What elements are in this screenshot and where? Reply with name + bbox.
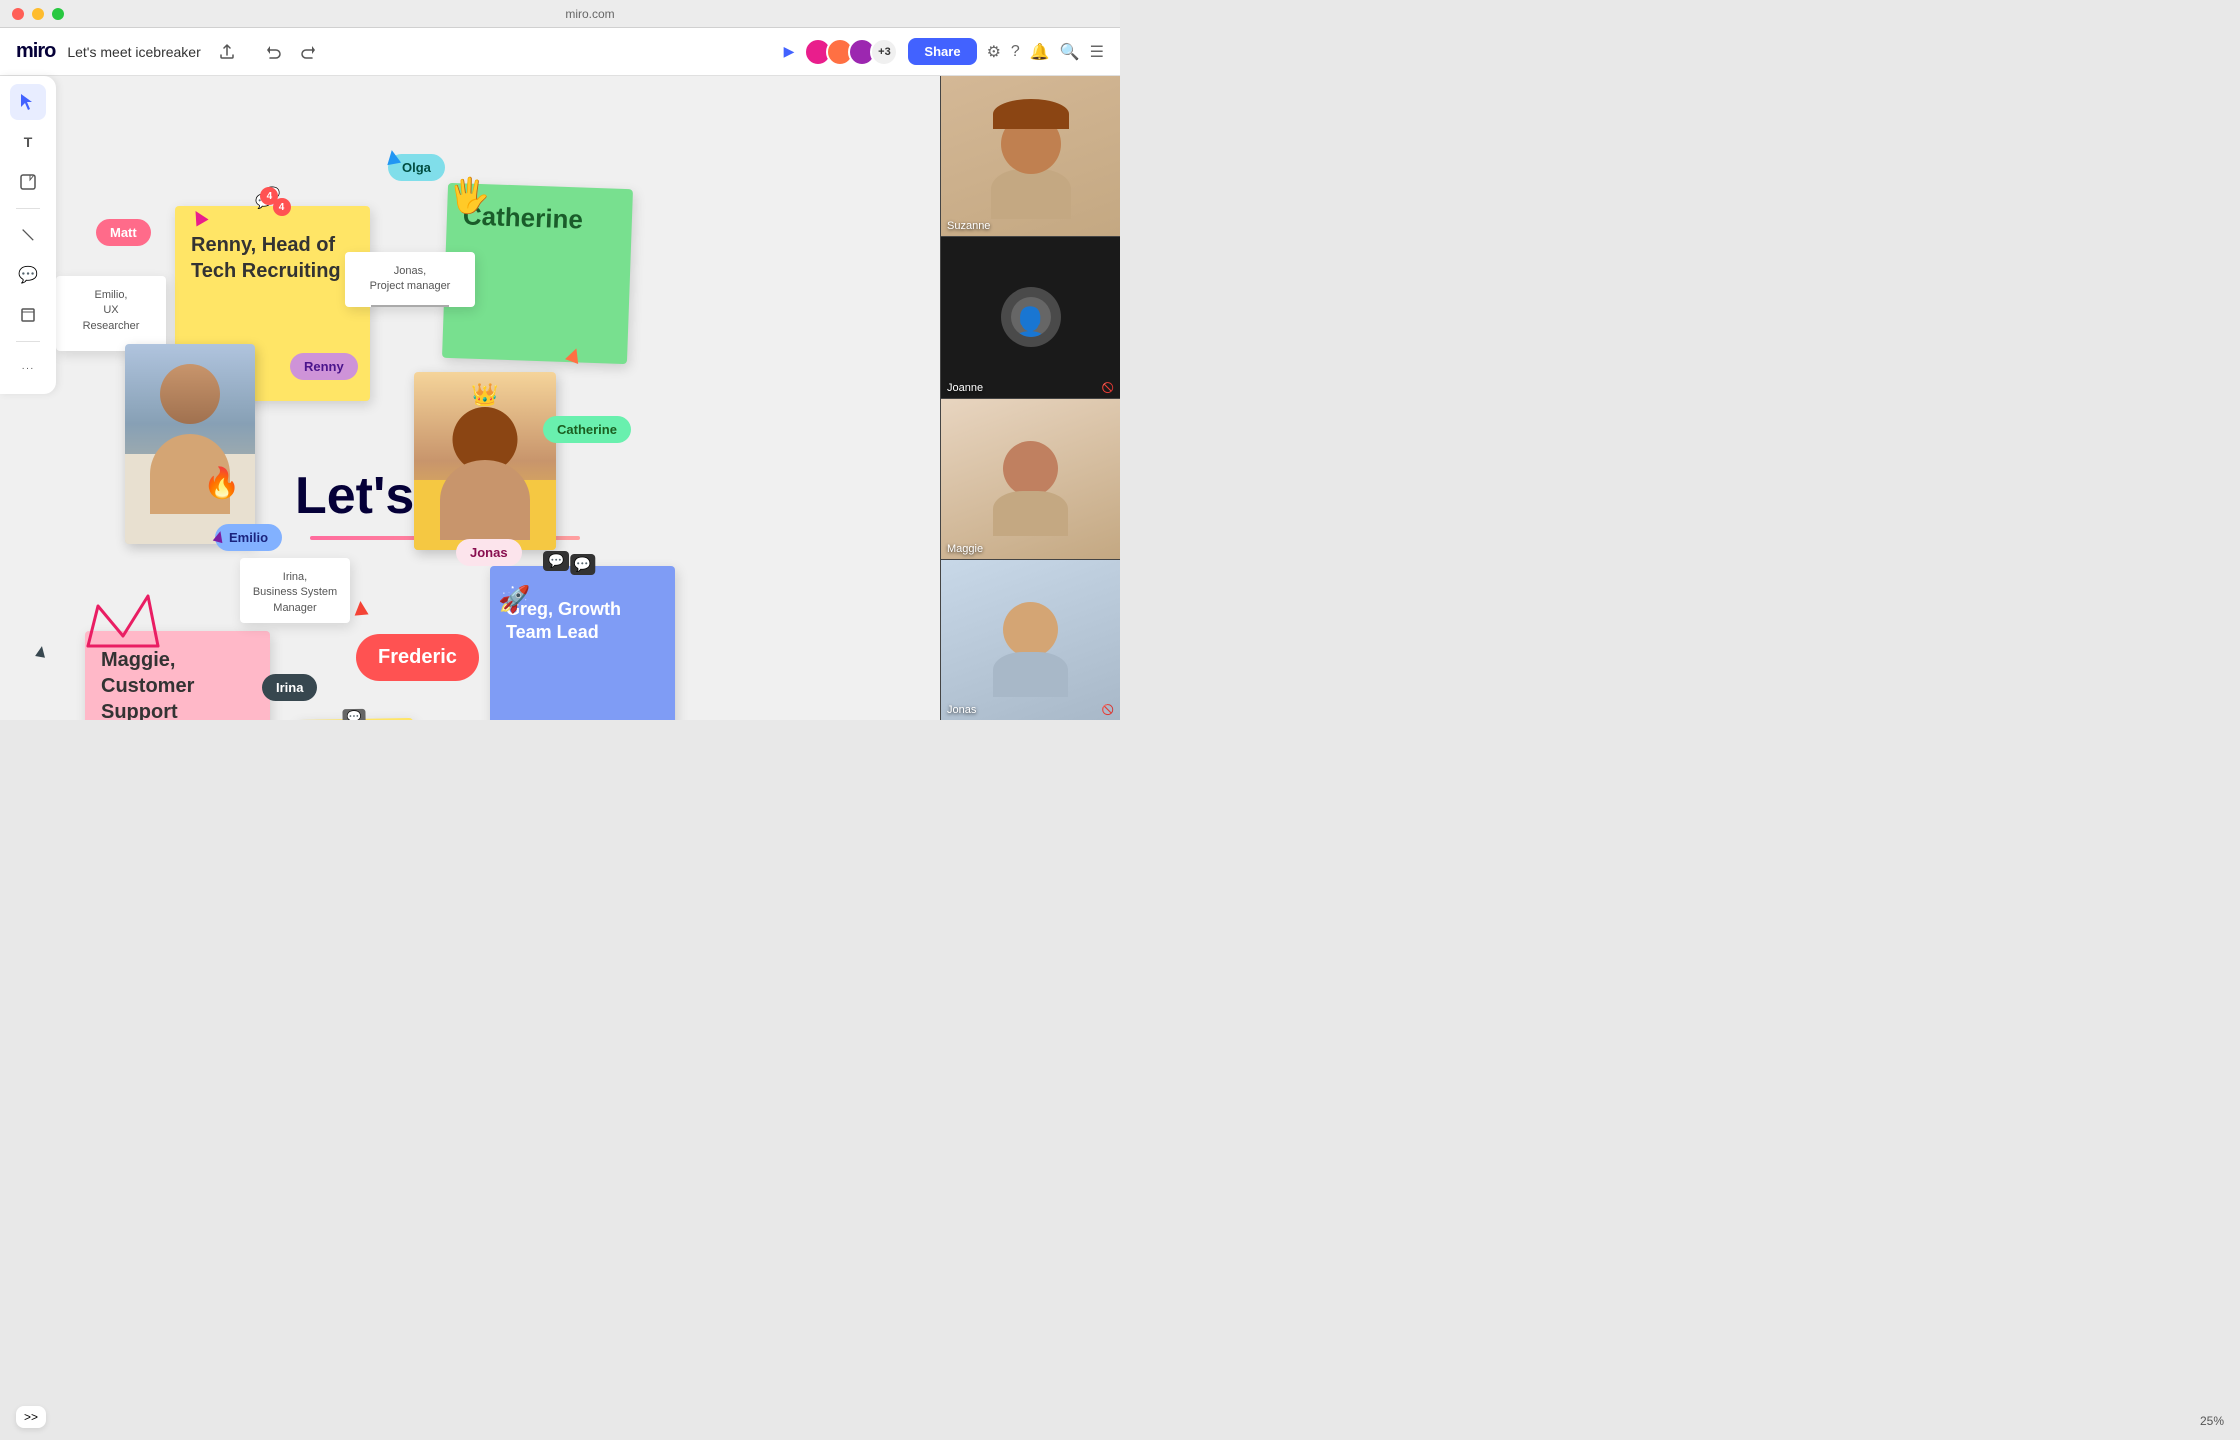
bubble-irina[interactable]: Irina [262, 674, 317, 701]
bubble-renny[interactable]: Renny [290, 353, 358, 380]
text-tool[interactable]: T [10, 124, 46, 160]
board-title[interactable]: Let's meet icebreaker [67, 44, 200, 60]
avatar-group: +3 [804, 38, 898, 66]
select-tool[interactable] [10, 84, 46, 120]
avatar-overflow[interactable]: +3 [870, 38, 898, 66]
frederic-msg-icon: 💬 [342, 709, 365, 720]
frame-tool[interactable] [10, 297, 46, 333]
bubble-jonas[interactable]: Jonas [456, 539, 522, 566]
undo-button[interactable] [261, 38, 289, 66]
renny-photo [125, 344, 255, 544]
share-button[interactable]: Share [908, 38, 976, 65]
video-panel: Suzanne 👤 Joanne 🚫 Maggie [940, 76, 1120, 720]
divider-2 [16, 341, 40, 342]
bubble-frederic[interactable]: Frederic [356, 634, 479, 681]
video-tile-jonas[interactable]: Jonas 🚫 [941, 560, 1120, 720]
zoom-indicator: 25% [2200, 1414, 2224, 1428]
waving-hand-emoji: 🖐️ [448, 176, 490, 216]
irina-label-text: Irina,Business SystemManager [252, 570, 338, 616]
notifications-icon[interactable]: 🔔 [1030, 42, 1050, 62]
redo-button[interactable] [293, 38, 321, 66]
jonas-video-name: Jonas [947, 704, 976, 716]
jonas-label-card[interactable]: Jonas,Project manager [345, 252, 475, 307]
comment-tool[interactable]: 💬 [10, 257, 46, 293]
settings-icon[interactable]: ⚙ [987, 42, 1001, 62]
sticky-tool[interactable] [10, 164, 46, 200]
video-tile-maggie[interactable]: Maggie [941, 399, 1120, 560]
comment-icon-renny: 💬 4 [255, 193, 272, 210]
greg-comment-icon-top: 💬 [543, 551, 569, 571]
jonas-mic-icon: 🚫 [1102, 705, 1114, 716]
window-title: miro.com [72, 7, 1108, 21]
close-button[interactable] [12, 8, 24, 20]
bubble-matt[interactable]: Matt [96, 219, 151, 246]
bubble-catherine[interactable]: Catherine [543, 416, 631, 443]
fire-emoji: 🔥 [203, 466, 240, 501]
cursor-blue [385, 149, 401, 165]
line-tool[interactable]: | [3, 210, 54, 261]
emilio-label-text: Emilio,UXResearcher [68, 288, 154, 334]
miro-logo[interactable]: miro [16, 40, 55, 63]
cursor-red [353, 600, 368, 615]
maggie-video-name: Maggie [947, 543, 983, 555]
divider-1 [16, 208, 40, 209]
menu-icon[interactable]: ☰ [1090, 42, 1104, 62]
cursor-dark [35, 645, 47, 658]
maximize-button[interactable] [52, 8, 64, 20]
suzanne-video-name: Suzanne [947, 220, 990, 232]
joanne-video-name: Joanne [947, 382, 983, 394]
rocket-emoji: 🚀 [498, 584, 530, 615]
frederic-sticky[interactable]: 💬 Frederic, Software Engineer [295, 718, 415, 720]
renny-sticky-text: Renny, Head of Tech Recruiting [191, 222, 354, 284]
joanne-mic-icon: 🚫 [1102, 383, 1114, 394]
video-tile-suzanne[interactable]: Suzanne [941, 76, 1120, 237]
window-chrome: miro.com [0, 0, 1120, 28]
video-tile-joanne[interactable]: 👤 Joanne 🚫 [941, 237, 1120, 398]
panel-toggle[interactable]: >> [16, 1406, 46, 1428]
greg-msg-icon: 💬 [570, 554, 595, 575]
toolbar-right: ▶ +3 Share ⚙ ? 🔔 🔍 ☰ [784, 38, 1104, 66]
cursor-tool-icon: ▶ [784, 43, 795, 60]
emilio-label-card[interactable]: Emilio,UXResearcher [56, 276, 166, 351]
irina-label-card[interactable]: Irina,Business SystemManager [240, 558, 350, 623]
scribble-crown [78, 576, 168, 666]
left-toolbar: T | 💬 ··· [0, 76, 56, 394]
search-icon[interactable]: 🔍 [1060, 42, 1080, 62]
more-tools[interactable]: ··· [10, 350, 46, 386]
bubble-emilio[interactable]: Emilio [215, 524, 282, 551]
toolbar: miro Let's meet icebreaker ▶ +3 Shar [0, 28, 1120, 76]
minimize-button[interactable] [32, 8, 44, 20]
upload-button[interactable] [213, 38, 241, 66]
undo-redo-group [261, 38, 321, 66]
jonas-label-text: Jonas,Project manager [357, 264, 463, 295]
help-icon[interactable]: ? [1011, 43, 1020, 61]
crowned-photo: 👑 [414, 372, 556, 550]
